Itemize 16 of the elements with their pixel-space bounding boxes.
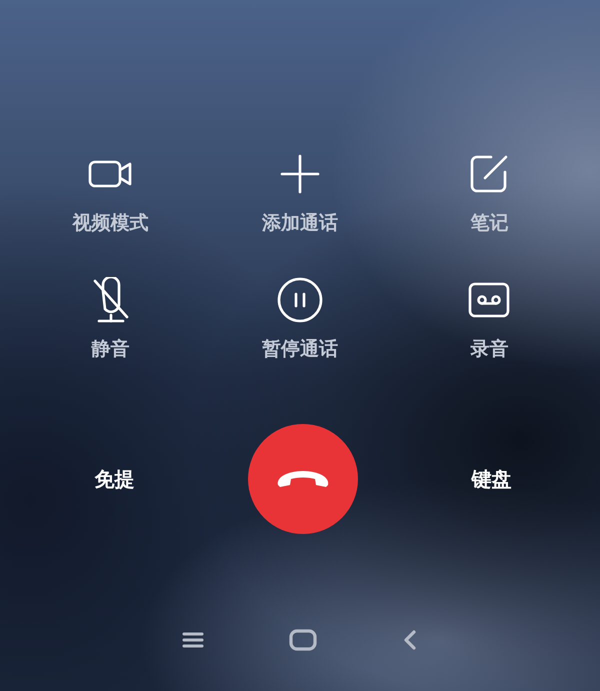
back-icon[interactable] — [402, 629, 418, 651]
call-option-button[interactable]: 暂停通话 — [205, 276, 395, 362]
call-option-button[interactable]: 静音 — [16, 276, 206, 362]
plus-icon — [280, 154, 320, 194]
cassette-icon — [468, 282, 510, 318]
pause-icon — [276, 277, 323, 323]
edit-note-icon — [469, 154, 510, 194]
call-option-button[interactable]: 添加通话 — [205, 150, 395, 236]
keypad-button[interactable]: 键盘 — [468, 462, 516, 496]
call-option-button[interactable]: 录音 — [394, 276, 584, 362]
muted-microphone-icon — [90, 277, 131, 323]
speaker-button[interactable]: 免提 — [90, 462, 138, 496]
call-option-button[interactable]: 视频模式 — [16, 150, 206, 236]
home-icon[interactable] — [288, 629, 317, 651]
call-option-button[interactable]: 笔记 — [394, 150, 584, 236]
menu-icon[interactable] — [182, 631, 204, 649]
